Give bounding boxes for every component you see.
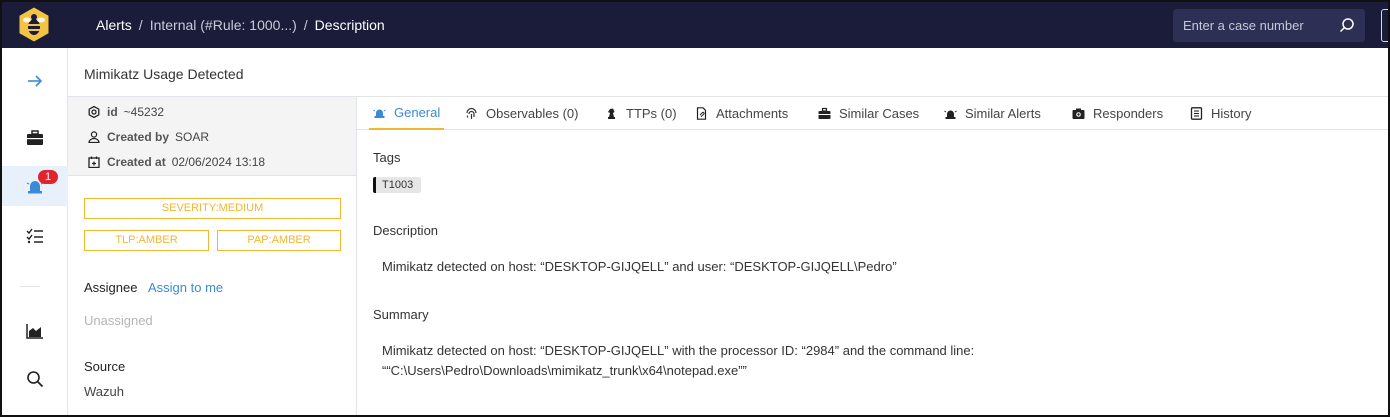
calendar-icon bbox=[88, 156, 100, 168]
meta-id-value: ~45232 bbox=[123, 105, 165, 119]
user-menu-button[interactable] bbox=[1381, 9, 1388, 42]
breadcrumb-separator: / bbox=[138, 17, 143, 33]
search-icon[interactable] bbox=[1339, 17, 1355, 33]
tab-observables[interactable]: Observables (0) bbox=[465, 97, 578, 130]
camera-icon bbox=[1072, 108, 1085, 119]
tab-responders-label: Responders bbox=[1093, 106, 1164, 121]
summary-heading: Summary bbox=[373, 307, 429, 322]
chess-knight-icon bbox=[608, 108, 615, 119]
tags-heading: Tags bbox=[373, 150, 401, 165]
arrow-right-icon bbox=[28, 75, 43, 87]
tab-attachments[interactable]: Attachments bbox=[695, 97, 788, 130]
tab-similar-alerts[interactable]: Similar Alerts bbox=[944, 97, 1041, 130]
breadcrumb: Alerts / Internal (#Rule: 1000...) / Des… bbox=[96, 17, 385, 33]
nav-cases[interactable] bbox=[2, 118, 68, 158]
left-nav: 1 bbox=[2, 48, 68, 415]
nav-dashboards[interactable] bbox=[2, 311, 68, 351]
briefcase-icon bbox=[818, 107, 831, 119]
breadcrumb-separator: / bbox=[303, 17, 308, 33]
tab-responders[interactable]: Responders bbox=[1072, 97, 1163, 130]
severity-badge: SEVERITY:MEDIUM bbox=[84, 198, 341, 219]
tab-general[interactable]: General bbox=[369, 97, 445, 130]
description-text: Mimikatz detected on host: “DESKTOP-GIJQ… bbox=[382, 259, 897, 274]
tag-chip[interactable]: T1003 bbox=[373, 177, 422, 193]
siren-icon bbox=[944, 110, 957, 119]
source-value: Wazuh bbox=[84, 384, 124, 399]
siren-icon bbox=[373, 109, 386, 118]
assignee-value: Unassigned bbox=[84, 313, 153, 328]
tab-similar-alerts-label: Similar Alerts bbox=[965, 106, 1041, 121]
breadcrumb-current: Description bbox=[314, 17, 385, 33]
meta-created-by-value: SOAR bbox=[175, 130, 210, 144]
task-list-icon bbox=[26, 228, 43, 244]
meta-created-by: Created by SOAR bbox=[88, 130, 209, 144]
assign-to-me-link[interactable]: Assign to me bbox=[148, 280, 223, 295]
dashboard-chart-icon bbox=[26, 324, 43, 339]
app-frame: Alerts / Internal (#Rule: 1000...) / Des… bbox=[0, 0, 1390, 417]
tab-observables-label: Observables (0) bbox=[486, 106, 579, 121]
meta-created-at-value: 02/06/2024 13:18 bbox=[171, 155, 266, 169]
tlp-badge: TLP:AMBER bbox=[84, 230, 209, 251]
tab-ttps-label: TTPs (0) bbox=[626, 106, 677, 121]
tab-similar-cases[interactable]: Similar Cases bbox=[818, 97, 919, 130]
thehive-logo-icon[interactable] bbox=[16, 5, 52, 45]
general-tab-content: Tags T1003 Description Mimikatz detected… bbox=[357, 130, 1388, 415]
tab-history-label: History bbox=[1211, 106, 1252, 121]
book-icon bbox=[1190, 107, 1203, 120]
fingerprint-icon bbox=[466, 107, 477, 119]
meta-created-by-label: Created by bbox=[107, 130, 170, 144]
meta-id: id ~45232 bbox=[88, 105, 164, 119]
meta-created-at-label: Created at bbox=[107, 155, 166, 169]
file-icon bbox=[696, 107, 707, 120]
tab-history[interactable]: History bbox=[1190, 97, 1251, 130]
briefcase-icon bbox=[27, 130, 43, 145]
gear-icon bbox=[88, 106, 100, 118]
source-label: Source bbox=[84, 359, 126, 374]
tab-ttps[interactable]: TTPs (0) bbox=[605, 97, 677, 130]
alerts-count-badge: 1 bbox=[38, 170, 58, 184]
nav-alerts[interactable]: 1 bbox=[2, 166, 68, 206]
nav-divider bbox=[20, 286, 40, 287]
description-heading: Description bbox=[373, 223, 439, 238]
alert-header: Mimikatz Usage Detected bbox=[68, 48, 1388, 97]
top-bar: Alerts / Internal (#Rule: 1000...) / Des… bbox=[2, 2, 1388, 48]
meta-created-at: Created at 02/06/2024 13:18 bbox=[88, 155, 265, 169]
breadcrumb-alerts[interactable]: Alerts bbox=[96, 17, 132, 33]
user-icon bbox=[88, 131, 100, 143]
alert-info-panel: id ~45232 Created by SOAR Created at 02/… bbox=[68, 97, 357, 415]
assignee-label: Assignee bbox=[84, 280, 138, 295]
case-search-input[interactable] bbox=[1173, 9, 1333, 42]
pap-badge: PAP:AMBER bbox=[217, 230, 341, 251]
nav-search[interactable] bbox=[2, 359, 68, 399]
tab-general-label: General bbox=[394, 105, 441, 120]
alert-title: Mimikatz Usage Detected bbox=[84, 66, 244, 82]
summary-text-line2: ““C:\Users\Pedro\Downloads\mimikatz_trun… bbox=[382, 363, 747, 378]
tab-similar-cases-label: Similar Cases bbox=[839, 106, 920, 121]
nav-expand[interactable] bbox=[2, 61, 68, 101]
meta-id-label: id bbox=[107, 105, 118, 119]
summary-text-line1: Mimikatz detected on host: “DESKTOP-GIJQ… bbox=[382, 343, 975, 358]
tab-attachments-label: Attachments bbox=[716, 106, 789, 121]
alert-tabs: General Observables (0) TTPs (0) Attachm… bbox=[357, 97, 1388, 130]
nav-tasks[interactable] bbox=[2, 216, 68, 256]
search-icon bbox=[27, 371, 44, 388]
alert-meta: id ~45232 Created by SOAR Created at 02/… bbox=[68, 97, 356, 176]
breadcrumb-alert-rule[interactable]: Internal (#Rule: 1000...) bbox=[150, 17, 297, 33]
case-search-box bbox=[1173, 9, 1365, 42]
